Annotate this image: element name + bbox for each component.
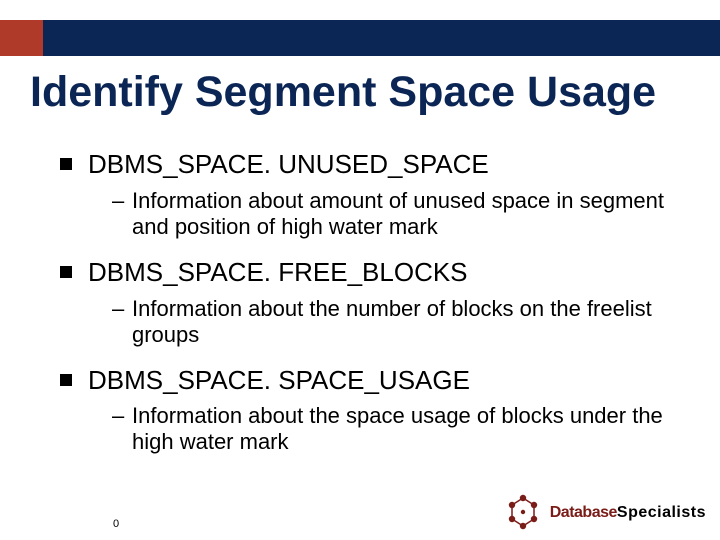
sub-item-text: Information about the space usage of blo… — [132, 403, 663, 454]
brand-logo: DatabaseSpecialists — [502, 492, 706, 534]
bullet-heading: DBMS_SPACE. FREE_BLOCKS — [88, 257, 468, 287]
slide-title: Identify Segment Space Usage — [30, 68, 656, 117]
bullet-heading: DBMS_SPACE. UNUSED_SPACE — [88, 149, 489, 179]
page-number: 0 — [113, 518, 119, 530]
sub-item: – Information about amount of unused spa… — [112, 188, 680, 240]
sub-item: – Information about the number of blocks… — [112, 296, 680, 348]
square-bullet-icon — [60, 266, 72, 278]
square-bullet-icon — [60, 158, 72, 170]
logo-word-1: Database — [550, 504, 617, 521]
bullet-item: DBMS_SPACE. SPACE_USAGE — [60, 366, 680, 396]
bullet-item: DBMS_SPACE. UNUSED_SPACE — [60, 150, 680, 180]
header-band-inner — [43, 20, 720, 56]
dash-bullet-icon: – — [112, 296, 124, 322]
square-bullet-icon — [60, 374, 72, 386]
bullet-heading: DBMS_SPACE. SPACE_USAGE — [88, 365, 470, 395]
bullet-item: DBMS_SPACE. FREE_BLOCKS — [60, 258, 680, 288]
sub-item: – Information about the space usage of b… — [112, 403, 680, 455]
sub-item-text: Information about the number of blocks o… — [132, 296, 652, 347]
logo-word-2: Specialists — [617, 504, 706, 521]
sub-item-text: Information about amount of unused space… — [132, 188, 664, 239]
logo-text: DatabaseSpecialists — [550, 506, 706, 520]
dash-bullet-icon: – — [112, 403, 124, 429]
logo-mark-icon — [502, 492, 544, 534]
dash-bullet-icon: – — [112, 188, 124, 214]
slide-content: DBMS_SPACE. UNUSED_SPACE – Information a… — [60, 150, 680, 473]
